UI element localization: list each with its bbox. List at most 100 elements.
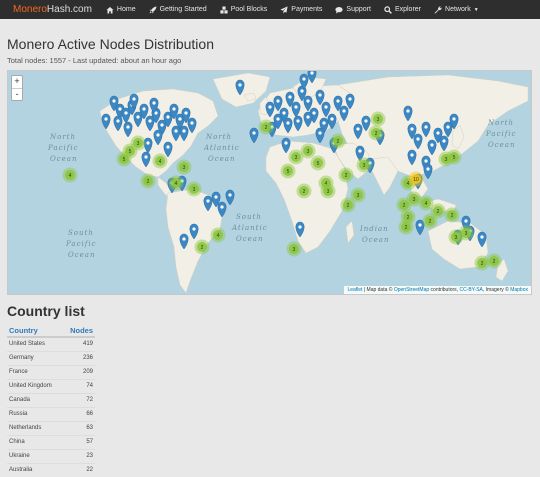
node-count: 209 <box>62 364 95 379</box>
table-row: United States 419 <box>7 337 95 351</box>
nav-home[interactable]: Home <box>106 6 136 14</box>
label-south-pacific-3: Ocean <box>68 251 95 259</box>
nav-network-dropdown[interactable]: Network ▼ <box>434 6 479 14</box>
zoom-in-button[interactable]: + <box>12 76 22 88</box>
cluster-count: 3 <box>377 117 380 123</box>
zoom-out-button[interactable]: - <box>12 88 22 100</box>
marker-dot <box>410 153 414 157</box>
marker-dot <box>228 193 232 197</box>
table-row: Ukraine 23 <box>7 448 95 463</box>
node-count: 23 <box>62 448 95 463</box>
nav-getting-started[interactable]: Getting Started <box>149 6 207 14</box>
marker-dot <box>424 125 428 129</box>
country-name: Australia <box>7 462 63 477</box>
marker-dot <box>306 115 310 119</box>
cluster-count: 3 <box>455 235 458 241</box>
marker-dot <box>192 227 196 231</box>
mapbox-link[interactable]: Mapbox <box>510 287 528 293</box>
world-map[interactable]: North Pacific Ocean North Atlantic Ocean… <box>7 70 532 295</box>
marker-dot <box>318 131 322 135</box>
nav-explorer[interactable]: Explorer <box>384 5 422 14</box>
node-marker[interactable] <box>249 127 259 144</box>
navbar: MoneroHash.com Home Getting Started Pool… <box>0 0 540 19</box>
cluster-count: 2 <box>493 259 496 265</box>
nav-payments-label: Payments <box>291 6 323 13</box>
nav-items: Home Getting Started Pool Blocks Payment… <box>106 5 492 14</box>
marker-dot <box>156 133 160 137</box>
country-name: Germany <box>7 350 63 365</box>
marker-dot <box>342 109 346 113</box>
node-marker[interactable] <box>423 163 433 180</box>
openstreetmap-link[interactable]: OpenStreetMap <box>394 287 429 293</box>
nav-support[interactable]: Support <box>335 6 371 14</box>
marker-dot <box>410 127 414 131</box>
marker-dot <box>142 107 146 111</box>
label-north-pacific-2: Pacific <box>47 144 78 152</box>
nav-pool-blocks-label: Pool Blocks <box>230 6 268 13</box>
marker-dot <box>306 99 310 103</box>
node-count: 66 <box>62 406 95 421</box>
cc-by-sa-link[interactable]: CC-BY-SA <box>459 287 482 293</box>
land-masses <box>99 72 529 294</box>
marker-dot <box>348 97 352 101</box>
rocket-icon <box>149 6 157 14</box>
marker-dot <box>190 121 194 125</box>
label-south-pacific-1: South <box>68 229 94 237</box>
cluster-count: 5 <box>129 149 132 155</box>
label-north-pacific-1: North <box>49 133 76 141</box>
marker-dot <box>182 129 186 133</box>
cluster-count: 2 <box>481 261 484 267</box>
marker-dot <box>276 117 280 121</box>
comments-icon <box>335 6 344 14</box>
table-row: Russia 66 <box>7 406 95 421</box>
map-attribution: Leaflet | Map data © OpenStreetMap contr… <box>344 286 531 294</box>
country-name: Netherlands <box>7 420 63 435</box>
label-north-atlantic-1: North <box>205 133 232 141</box>
label-north-pacific-3: Ocean <box>50 155 77 163</box>
marker-dot <box>116 119 120 123</box>
marker-dot <box>252 131 256 135</box>
cluster-count: 2 <box>147 179 150 185</box>
marker-dot <box>124 111 128 115</box>
nav-home-label: Home <box>116 6 136 13</box>
cluster-count: 2 <box>347 203 350 209</box>
marker-dot <box>214 195 218 199</box>
node-marker[interactable] <box>315 127 325 144</box>
nodes-summary: Total nodes: 1557 - Last updated: about … <box>7 56 182 65</box>
label-indian-2: Ocean <box>362 236 389 244</box>
home-icon <box>106 6 114 14</box>
page-title: Monero Active Nodes Distribution <box>7 36 214 52</box>
marker-dot <box>416 137 420 141</box>
marker-dot <box>310 71 314 75</box>
cluster-count: 3 <box>137 141 140 147</box>
marker-dot <box>356 127 360 131</box>
nav-getting-started-label: Getting Started <box>159 6 207 13</box>
country-name: Ukraine <box>7 448 63 463</box>
cluster-count: 10 <box>413 177 419 183</box>
node-marker[interactable] <box>225 189 235 206</box>
label-south-atlantic-1: South <box>236 213 262 221</box>
marker-dot <box>268 105 272 109</box>
nav-support-label: Support <box>346 6 371 13</box>
leaflet-link[interactable]: Leaflet <box>347 287 362 293</box>
cluster-count: 2 <box>345 173 348 179</box>
marker-dot <box>426 167 430 171</box>
nav-explorer-label: Explorer <box>394 6 422 13</box>
node-count: 236 <box>62 350 95 365</box>
label-north-pacific-east-1: North <box>487 119 514 127</box>
brand-logo[interactable]: MoneroHash.com <box>13 4 92 15</box>
nav-payments[interactable]: Payments <box>280 5 323 14</box>
cluster-count: 2 <box>403 203 406 209</box>
node-count: 419 <box>82 341 93 348</box>
label-south-atlantic-3: Ocean <box>236 235 263 243</box>
wrench-icon <box>434 6 442 14</box>
marker-dot <box>166 145 170 149</box>
marker-dot <box>174 129 178 133</box>
cluster-count: 2 <box>303 189 306 195</box>
marker-dot <box>336 99 340 103</box>
col-country-header: Country <box>7 324 63 338</box>
cluster-count: 3 <box>445 157 448 163</box>
marker-dot <box>302 77 306 81</box>
cluster-count: 3 <box>465 231 468 237</box>
nav-pool-blocks[interactable]: Pool Blocks <box>220 6 268 14</box>
